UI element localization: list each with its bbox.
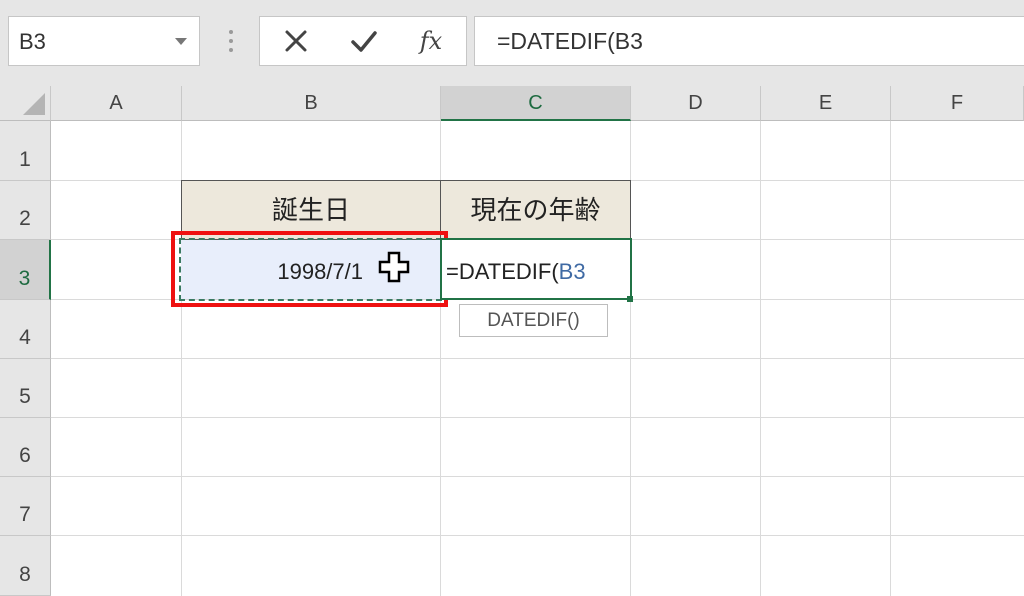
function-tooltip[interactable]: DATEDIF() [459, 304, 608, 337]
row-header-8[interactable]: 8 [0, 536, 51, 596]
row-header-5[interactable]: 5 [0, 359, 51, 418]
fill-handle[interactable] [627, 296, 633, 302]
grid-line [51, 417, 1024, 418]
formula-buttons: fx [259, 16, 467, 66]
formula-input[interactable]: =DATEDIF(B3 [474, 16, 1024, 66]
row-header-3[interactable]: 3 [0, 240, 51, 300]
name-box[interactable]: B3 [8, 16, 200, 66]
row-header-2[interactable]: 2 [0, 181, 51, 240]
column-header-d[interactable]: D [631, 86, 761, 121]
insert-function-button[interactable]: fx [415, 25, 447, 57]
column-header-c[interactable]: C [441, 86, 631, 121]
cross-cursor-icon [378, 251, 412, 285]
column-header-e[interactable]: E [761, 86, 891, 121]
row-header-7[interactable]: 7 [0, 477, 51, 536]
x-icon[interactable] [280, 25, 312, 57]
check-icon[interactable] [348, 25, 380, 57]
row-header-4[interactable]: 4 [0, 300, 51, 359]
formula-bar: B3 fx =DATEDIF(B3 [0, 0, 1024, 86]
formula-reference: B3 [558, 259, 586, 284]
row-header-6[interactable]: 6 [0, 418, 51, 477]
chevron-down-icon[interactable] [175, 38, 187, 45]
column-header-b[interactable]: B [182, 86, 441, 121]
select-all-button[interactable] [0, 86, 51, 121]
cell-c3-formula: =DATEDIF(B3 [446, 259, 586, 285]
name-box-value: B3 [19, 29, 46, 54]
column-header-f[interactable]: F [891, 86, 1024, 121]
grid-line [51, 535, 1024, 536]
cell-c3[interactable]: =DATEDIF(B3 [440, 238, 632, 300]
grid-line [51, 358, 1024, 359]
formula-text: =DATEDIF(B3 [497, 28, 643, 54]
cell-c2[interactable]: 現在の年齢 [440, 180, 631, 240]
grip-icon[interactable] [229, 30, 233, 52]
row-header-1[interactable]: 1 [0, 121, 51, 181]
formula-prefix: =DATEDIF( [446, 259, 559, 284]
grid-line [51, 476, 1024, 477]
column-header-a[interactable]: A [51, 86, 182, 121]
